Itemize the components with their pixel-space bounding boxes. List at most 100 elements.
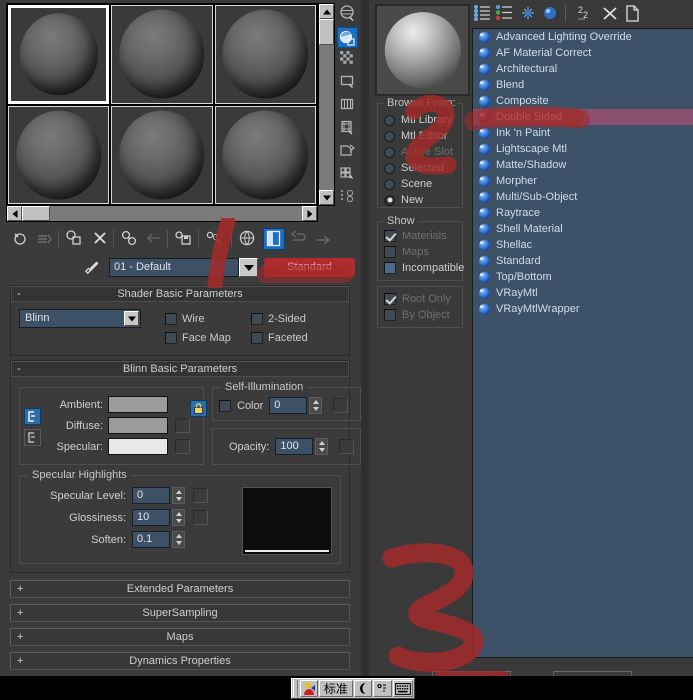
delete-from-library-icon[interactable]	[600, 3, 621, 24]
self-illum-value[interactable]: 0	[269, 397, 308, 414]
specular-level-value[interactable]: 0	[132, 487, 170, 504]
clear-material-library-icon[interactable]	[622, 3, 643, 24]
spinner-arrows-icon[interactable]	[315, 438, 329, 455]
list-item[interactable]: Lightscape Mtl	[473, 141, 693, 157]
spinner-arrows-icon[interactable]	[172, 531, 185, 548]
radio-dot[interactable]	[384, 130, 395, 142]
self-illum-map-button[interactable]	[333, 398, 349, 413]
self-illum-color-checkbox[interactable]	[219, 399, 231, 412]
sample-slot-2[interactable]	[111, 5, 213, 104]
options-icon[interactable]	[337, 142, 358, 163]
backlight-icon[interactable]	[337, 27, 358, 48]
checkbox-box[interactable]	[251, 312, 263, 325]
material-list[interactable]: Advanced Lighting Override AF Material C…	[472, 28, 693, 658]
diffuse-map-button[interactable]	[175, 418, 190, 433]
radio-dot[interactable]	[384, 114, 395, 126]
self-illum-spinner[interactable]: 0	[269, 397, 323, 414]
ime-logo-icon[interactable]	[299, 680, 319, 697]
chevron-down-icon[interactable]	[239, 258, 258, 277]
make-material-copy-icon[interactable]	[119, 228, 141, 250]
opacity-map-button[interactable]	[339, 439, 355, 454]
put-material-to-scene-icon[interactable]	[34, 228, 56, 250]
material-map-navigator-icon[interactable]	[337, 188, 358, 209]
scrollbar-track[interactable]	[22, 206, 302, 221]
update-scene-materials-icon[interactable]: 22	[576, 3, 597, 24]
checkbox-faceted[interactable]: Faceted	[251, 331, 337, 344]
show-map-in-viewport-icon[interactable]	[237, 228, 259, 250]
radio-mtl-editor[interactable]: Mtl Editor	[378, 128, 462, 144]
sample-slots-horizontal-scrollbar[interactable]	[6, 205, 318, 222]
material-type-button[interactable]: Standard	[264, 258, 355, 277]
specular-level-spinner[interactable]: 0	[132, 487, 185, 504]
checkbox-face-map[interactable]: Face Map	[165, 331, 251, 344]
sample-slot-1[interactable]	[8, 5, 110, 104]
ambient-diffuse-lock-icon[interactable]	[24, 408, 41, 425]
soften-spinner[interactable]: 0.1	[132, 531, 185, 548]
list-item[interactable]: Architectural	[473, 61, 693, 77]
spinner-arrows-icon[interactable]	[309, 397, 323, 414]
punctuation-icon[interactable]	[373, 680, 392, 697]
list-item[interactable]: Shellac	[473, 237, 693, 253]
put-to-library-icon[interactable]	[173, 228, 195, 250]
list-item[interactable]: VRayMtlWrapper	[473, 301, 693, 317]
go-forward-to-sibling-icon[interactable]	[313, 228, 335, 250]
specular-map-button[interactable]	[175, 439, 190, 454]
material-editor-toolbar[interactable]: 0	[6, 228, 346, 252]
specular-level-map-button[interactable]	[193, 488, 208, 503]
material-name-input[interactable]: 01 - Default	[109, 258, 239, 277]
checkbox-box[interactable]	[165, 331, 177, 344]
scroll-up-arrow-icon[interactable]	[319, 4, 334, 19]
checkbox-box[interactable]	[165, 312, 177, 325]
radio-scene[interactable]: Scene	[378, 176, 462, 192]
rollout-header[interactable]: - Shader Basic Parameters	[11, 286, 349, 302]
sample-slot-3[interactable]	[214, 5, 316, 104]
list-item[interactable]: VRayMtl	[473, 285, 693, 301]
list-item[interactable]: Morpher	[473, 173, 693, 189]
ime-mode-label[interactable]: 标准	[319, 680, 353, 697]
make-unique-icon[interactable]	[144, 228, 166, 250]
opacity-spinner[interactable]: 100	[275, 438, 329, 455]
opacity-value[interactable]: 100	[275, 438, 314, 455]
glossiness-map-button[interactable]	[193, 510, 208, 525]
ambient-color-swatch[interactable]	[108, 396, 168, 413]
sample-slot-5[interactable]	[111, 105, 213, 204]
checkbox-2-sided[interactable]: 2-Sided	[251, 312, 337, 325]
chevron-down-icon[interactable]	[124, 311, 139, 326]
list-item[interactable]: Raytrace	[473, 205, 693, 221]
browser-toolbar[interactable]: 22	[472, 2, 691, 25]
rollout-dynamics-properties[interactable]: + Dynamics Properties	[10, 652, 350, 670]
checkbox-box[interactable]	[384, 262, 396, 274]
radio-mtl-library[interactable]: Mtl Library	[378, 112, 462, 128]
radio-dot[interactable]	[384, 178, 395, 190]
radio-dot[interactable]	[384, 194, 395, 206]
spinner-arrows-icon[interactable]	[172, 509, 185, 526]
sample-slots-vertical-scrollbar[interactable]	[318, 3, 335, 206]
rollout-extended-parameters[interactable]: + Extended Parameters	[10, 580, 350, 598]
soften-value[interactable]: 0.1	[132, 531, 170, 548]
sample-uv-tiling-icon[interactable]	[337, 73, 358, 94]
rollout-maps[interactable]: + Maps	[10, 628, 350, 646]
list-item[interactable]: Shell Material	[473, 221, 693, 237]
half-moon-icon[interactable]	[353, 680, 373, 697]
ime-language-bar[interactable]: 标准	[291, 678, 415, 699]
view-large-icons-icon[interactable]	[540, 3, 561, 24]
radio-selected[interactable]: Selected	[378, 160, 462, 176]
list-item[interactable]: Blend	[473, 77, 693, 93]
go-to-parent-icon[interactable]	[289, 228, 311, 250]
show-end-result-icon[interactable]	[263, 228, 285, 250]
scrollbar-thumb[interactable]	[22, 206, 50, 221]
sample-slot-6[interactable]	[214, 105, 316, 204]
list-item-double-sided[interactable]: Double Sided	[473, 109, 693, 125]
view-small-icons-icon[interactable]	[494, 3, 515, 24]
checkbox-box[interactable]	[251, 331, 263, 344]
sample-type-sphere-icon[interactable]	[337, 5, 358, 26]
video-color-check-icon[interactable]	[337, 96, 358, 117]
scroll-down-arrow-icon[interactable]	[319, 190, 334, 205]
background-checker-icon[interactable]	[337, 50, 358, 71]
pick-material-from-object-icon[interactable]	[82, 258, 102, 278]
diffuse-color-swatch[interactable]	[108, 417, 168, 434]
soft-keyboard-icon[interactable]	[392, 680, 414, 697]
select-by-material-icon[interactable]	[337, 165, 358, 186]
list-item[interactable]: Composite	[473, 93, 693, 109]
checkbox-wire[interactable]: Wire	[165, 312, 251, 325]
